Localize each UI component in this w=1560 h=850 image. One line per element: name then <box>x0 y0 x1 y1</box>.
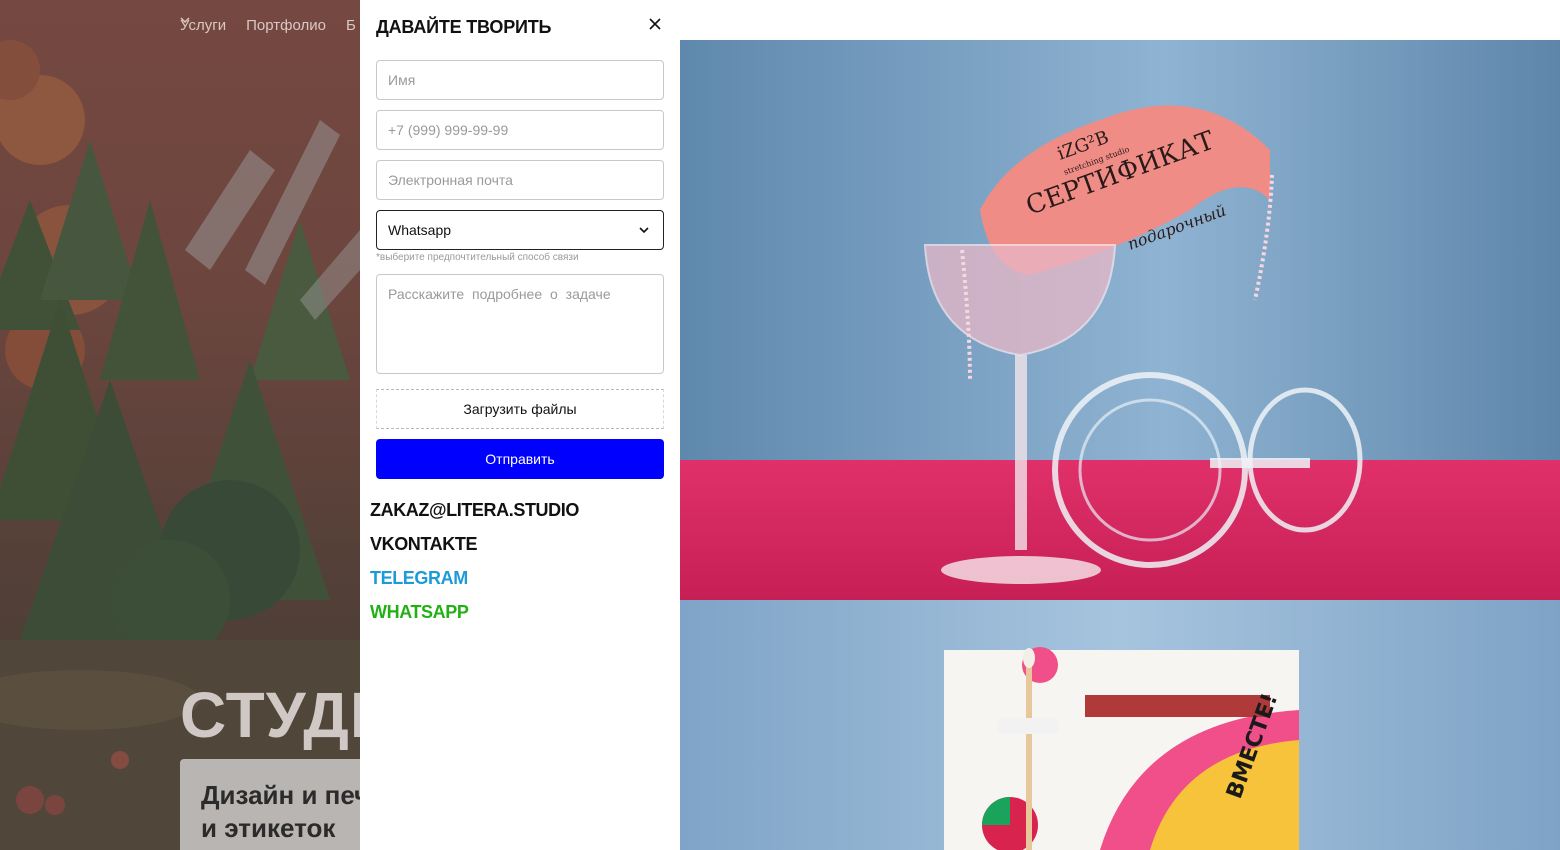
portfolio-gallery: СЕРТИФИКАТ iZG²B stretching studio подар… <box>680 0 1560 850</box>
contact-method-value: Whatsapp <box>388 222 452 238</box>
gallery-photo-postcard: ВМЕСТЕ! <box>680 600 1560 850</box>
upload-files-label: Загрузить файлы <box>463 401 577 417</box>
contact-form-panel: ДАВАЙТЕ ТВОРИТЬ Whatsapp *выберите предп… <box>360 0 680 850</box>
chevron-down-icon <box>180 17 190 24</box>
contact-email-link[interactable]: ZAKAZ@LITERA.STUDIO <box>370 500 579 521</box>
nav-item-portfolio[interactable]: Портфолио <box>246 17 326 34</box>
chevron-down-icon <box>639 227 649 234</box>
site-nav: Услуги Портфолио Б <box>180 17 356 34</box>
hero-card: Дизайн и печ и этикеток <box>180 759 360 850</box>
email-field[interactable] <box>376 160 664 200</box>
contact-vkontakte-link[interactable]: VKONTAKTE <box>370 534 477 555</box>
nav-item-services[interactable]: Услуги <box>180 17 226 34</box>
background-site: Услуги Портфолио Б СТУДИ Дизайн и печ и … <box>0 0 360 850</box>
nav-item-truncated[interactable]: Б <box>346 17 356 34</box>
close-icon <box>649 18 661 30</box>
upload-files-button[interactable]: Загрузить файлы <box>376 389 664 429</box>
contact-whatsapp-link[interactable]: WHATSAPP <box>370 602 469 623</box>
contact-telegram-link[interactable]: TELEGRAM <box>370 568 468 589</box>
close-button[interactable] <box>645 14 665 34</box>
task-details-field[interactable] <box>376 274 664 374</box>
panel-title: ДАВАЙТЕ ТВОРИТЬ <box>376 17 552 37</box>
certificate-photo: СЕРТИФИКАТ iZG²B stretching studio подар… <box>680 40 1560 600</box>
hero-card-line: и этикеток <box>201 813 336 843</box>
name-field[interactable] <box>376 60 664 100</box>
submit-button[interactable]: Отправить <box>376 439 664 479</box>
hero-title: СТУДИ <box>180 679 360 751</box>
postcard-photo: ВМЕСТЕ! <box>680 600 1560 850</box>
gallery-photo-certificate: СЕРТИФИКАТ iZG²B stretching studio подар… <box>680 40 1560 600</box>
phone-field[interactable] <box>376 110 664 150</box>
contact-method-hint: *выберите предпочтительный способ связи <box>376 252 579 263</box>
contact-method-select[interactable]: Whatsapp <box>376 210 664 250</box>
hero-card-line: Дизайн и печ <box>201 780 360 810</box>
